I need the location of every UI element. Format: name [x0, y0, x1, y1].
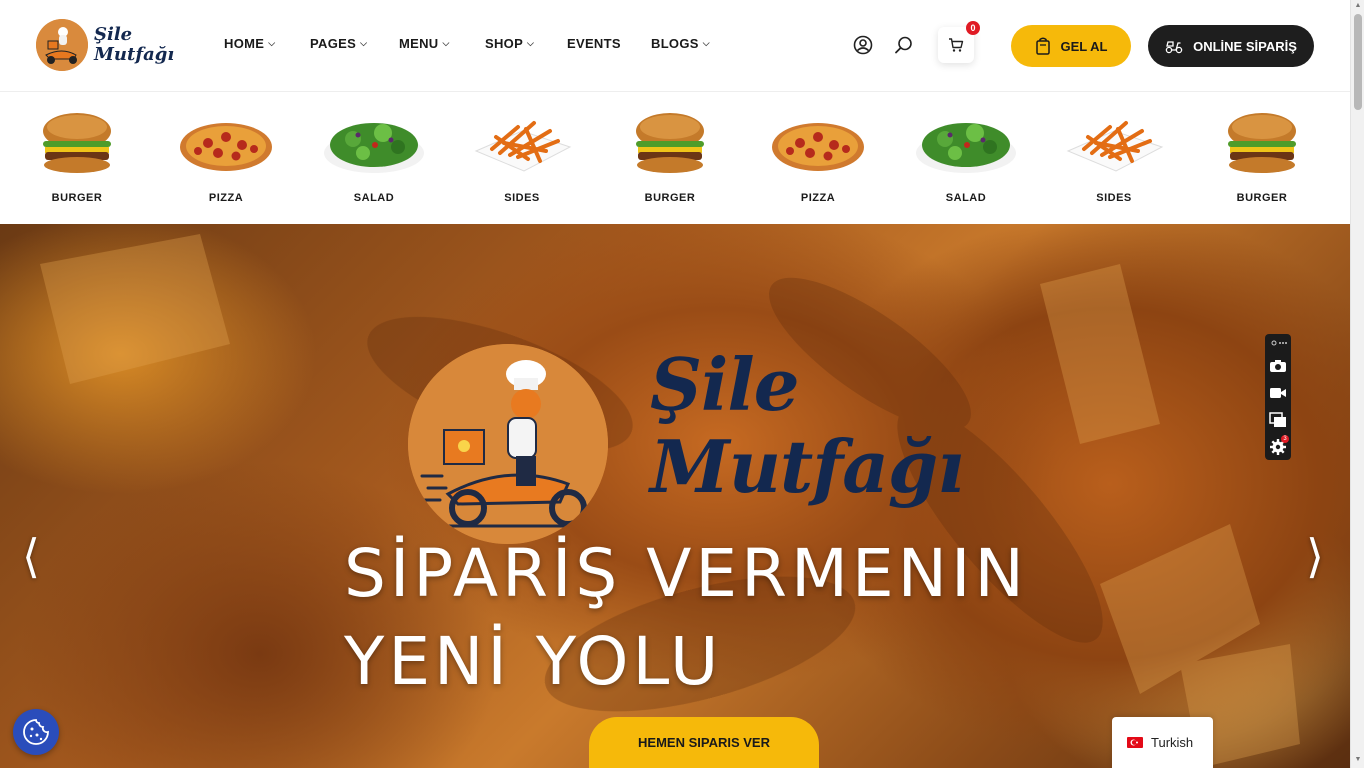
nav-pages-label: PAGES [310, 36, 357, 51]
account-button[interactable] [852, 34, 874, 56]
bag-icon [1035, 37, 1050, 55]
layers-icon[interactable] [1268, 410, 1288, 430]
main-nav: HOME ⌵ PAGES ⌵ MENU ⌵ SHOP ⌵ EVENTS BLOGS ⌵ [224, 36, 710, 51]
chevron-down-icon: ⌵ [702, 38, 710, 48]
nav-blogs-label: BLOGS [651, 36, 699, 51]
language-selector[interactable]: Turkish [1112, 717, 1213, 768]
online-order-button[interactable]: ONLİNE SİPARİŞ [1148, 25, 1314, 67]
burger-image [37, 107, 117, 177]
page: Şile Mutfağı HOME ⌵ PAGES ⌵ MENU ⌵ SHOP ⌵ EV… [0, 0, 1364, 768]
category-item-salad[interactable]: SALAD [314, 107, 434, 204]
category-label: BURGER [644, 192, 696, 204]
category-label: SALAD [353, 192, 395, 204]
flag-icon [1127, 737, 1143, 748]
category-item-burger[interactable]: BURGER [610, 107, 730, 204]
category-label: BURGER [51, 192, 103, 204]
nav-menu-label: MENU [399, 36, 439, 51]
site-header: Şile Mutfağı HOME ⌵ PAGES ⌵ MENU ⌵ SHOP ⌵ EV… [0, 0, 1350, 92]
category-label: SALAD [945, 192, 987, 204]
logo-text-line1: Şile [94, 24, 133, 45]
category-item-burger[interactable]: BURGER [17, 107, 137, 204]
nav-events[interactable]: EVENTS [567, 36, 651, 51]
salad-image [323, 107, 425, 177]
cart-icon [949, 38, 964, 52]
pickup-button-label: GEL AL [1060, 38, 1108, 54]
category-item-sides[interactable]: SIDES [1054, 107, 1174, 204]
nav-shop-label: SHOP [485, 36, 524, 51]
category-item-pizza[interactable]: PIZZA [166, 107, 286, 204]
nav-shop[interactable]: SHOP ⌵ [485, 36, 567, 51]
category-item-salad[interactable]: SALAD [906, 107, 1026, 204]
fries-image [470, 107, 574, 177]
hero-logo-badge-icon [408, 344, 608, 544]
video-icon[interactable] [1268, 383, 1288, 403]
category-item-pizza[interactable]: PIZZA [758, 107, 878, 204]
hero-brand-line1: Şile [650, 342, 800, 427]
scrollbar-thumb[interactable] [1354, 14, 1362, 110]
slider-next-arrow-icon[interactable]: ⟩ [1306, 529, 1324, 583]
camera-icon[interactable] [1268, 356, 1288, 376]
hero-brand-wordmark: Şile Mutfağı [650, 342, 965, 509]
fries-image [1062, 107, 1166, 177]
hero-title: SİPARİŞ VERMENIN YENİ YOLU [344, 530, 1028, 706]
toolbar-more-icon[interactable] [1268, 337, 1288, 349]
nav-events-label: EVENTS [567, 36, 621, 51]
category-label: SIDES [504, 192, 540, 204]
gear-icon[interactable]: 3 [1268, 435, 1289, 457]
slider-prev-arrow-icon[interactable]: ⟨ [22, 529, 40, 583]
category-strip: BURGER PIZZA SALAD SIDES BURGER PIZZA SA… [0, 93, 1350, 224]
search-button[interactable] [893, 34, 915, 56]
hero-slider: Şile Mutfağı SİPARİŞ VERMENIN YENİ YOLU … [0, 224, 1350, 768]
hero-title-line2: YENİ YOLU [344, 623, 723, 700]
scroll-down-icon[interactable]: ▼ [1354, 756, 1362, 764]
nav-home-label: HOME [224, 36, 265, 51]
chevron-down-icon: ⌵ [527, 38, 535, 48]
toolbar-badge: 3 [1281, 435, 1289, 443]
scooter-icon [1165, 41, 1183, 54]
language-label: Turkish [1151, 735, 1194, 750]
cart-count-badge: 0 [966, 21, 980, 35]
category-item-burger[interactable]: BURGER [1202, 107, 1322, 204]
salad-image [915, 107, 1017, 177]
cookie-settings-button[interactable] [13, 709, 59, 755]
hero-title-line1: SİPARİŞ VERMENIN [344, 535, 1028, 612]
user-icon [853, 35, 873, 55]
category-item-sides[interactable]: SIDES [462, 107, 582, 204]
online-order-button-label: ONLİNE SİPARİŞ [1193, 38, 1297, 54]
hero-brand-line2: Mutfağı [650, 424, 965, 509]
category-label: SIDES [1096, 192, 1132, 204]
pickup-button[interactable]: GEL AL [1011, 25, 1131, 67]
search-icon [895, 36, 912, 54]
category-label: PIZZA [208, 192, 244, 204]
burger-image [630, 107, 710, 177]
nav-home[interactable]: HOME ⌵ [224, 36, 310, 51]
cart-button[interactable]: 0 [938, 21, 980, 63]
nav-blogs[interactable]: BLOGS ⌵ [651, 36, 710, 51]
chevron-down-icon: ⌵ [442, 38, 450, 48]
page-scrollbar[interactable]: ▲ ▼ [1350, 0, 1364, 768]
logo-badge-icon [36, 19, 88, 71]
logo-text: Şile Mutfağı [94, 25, 174, 65]
site-logo[interactable]: Şile Mutfağı [36, 19, 174, 71]
logo-text-line2: Mutfağı [94, 44, 175, 65]
burger-image [1222, 107, 1302, 177]
category-label: PIZZA [800, 192, 836, 204]
capture-toolbar: 3 [1265, 334, 1291, 460]
chevron-down-icon: ⌵ [360, 38, 368, 48]
category-label: BURGER [1236, 192, 1288, 204]
chevron-down-icon: ⌵ [268, 38, 276, 48]
scroll-up-icon[interactable]: ▲ [1354, 2, 1362, 10]
cookie-icon [23, 719, 49, 745]
order-now-button[interactable]: HEMEN SIPARIS VER [589, 717, 819, 768]
pizza-image [770, 107, 866, 177]
pizza-image [178, 107, 274, 177]
nav-pages[interactable]: PAGES ⌵ [310, 36, 399, 51]
nav-menu[interactable]: MENU ⌵ [399, 36, 485, 51]
